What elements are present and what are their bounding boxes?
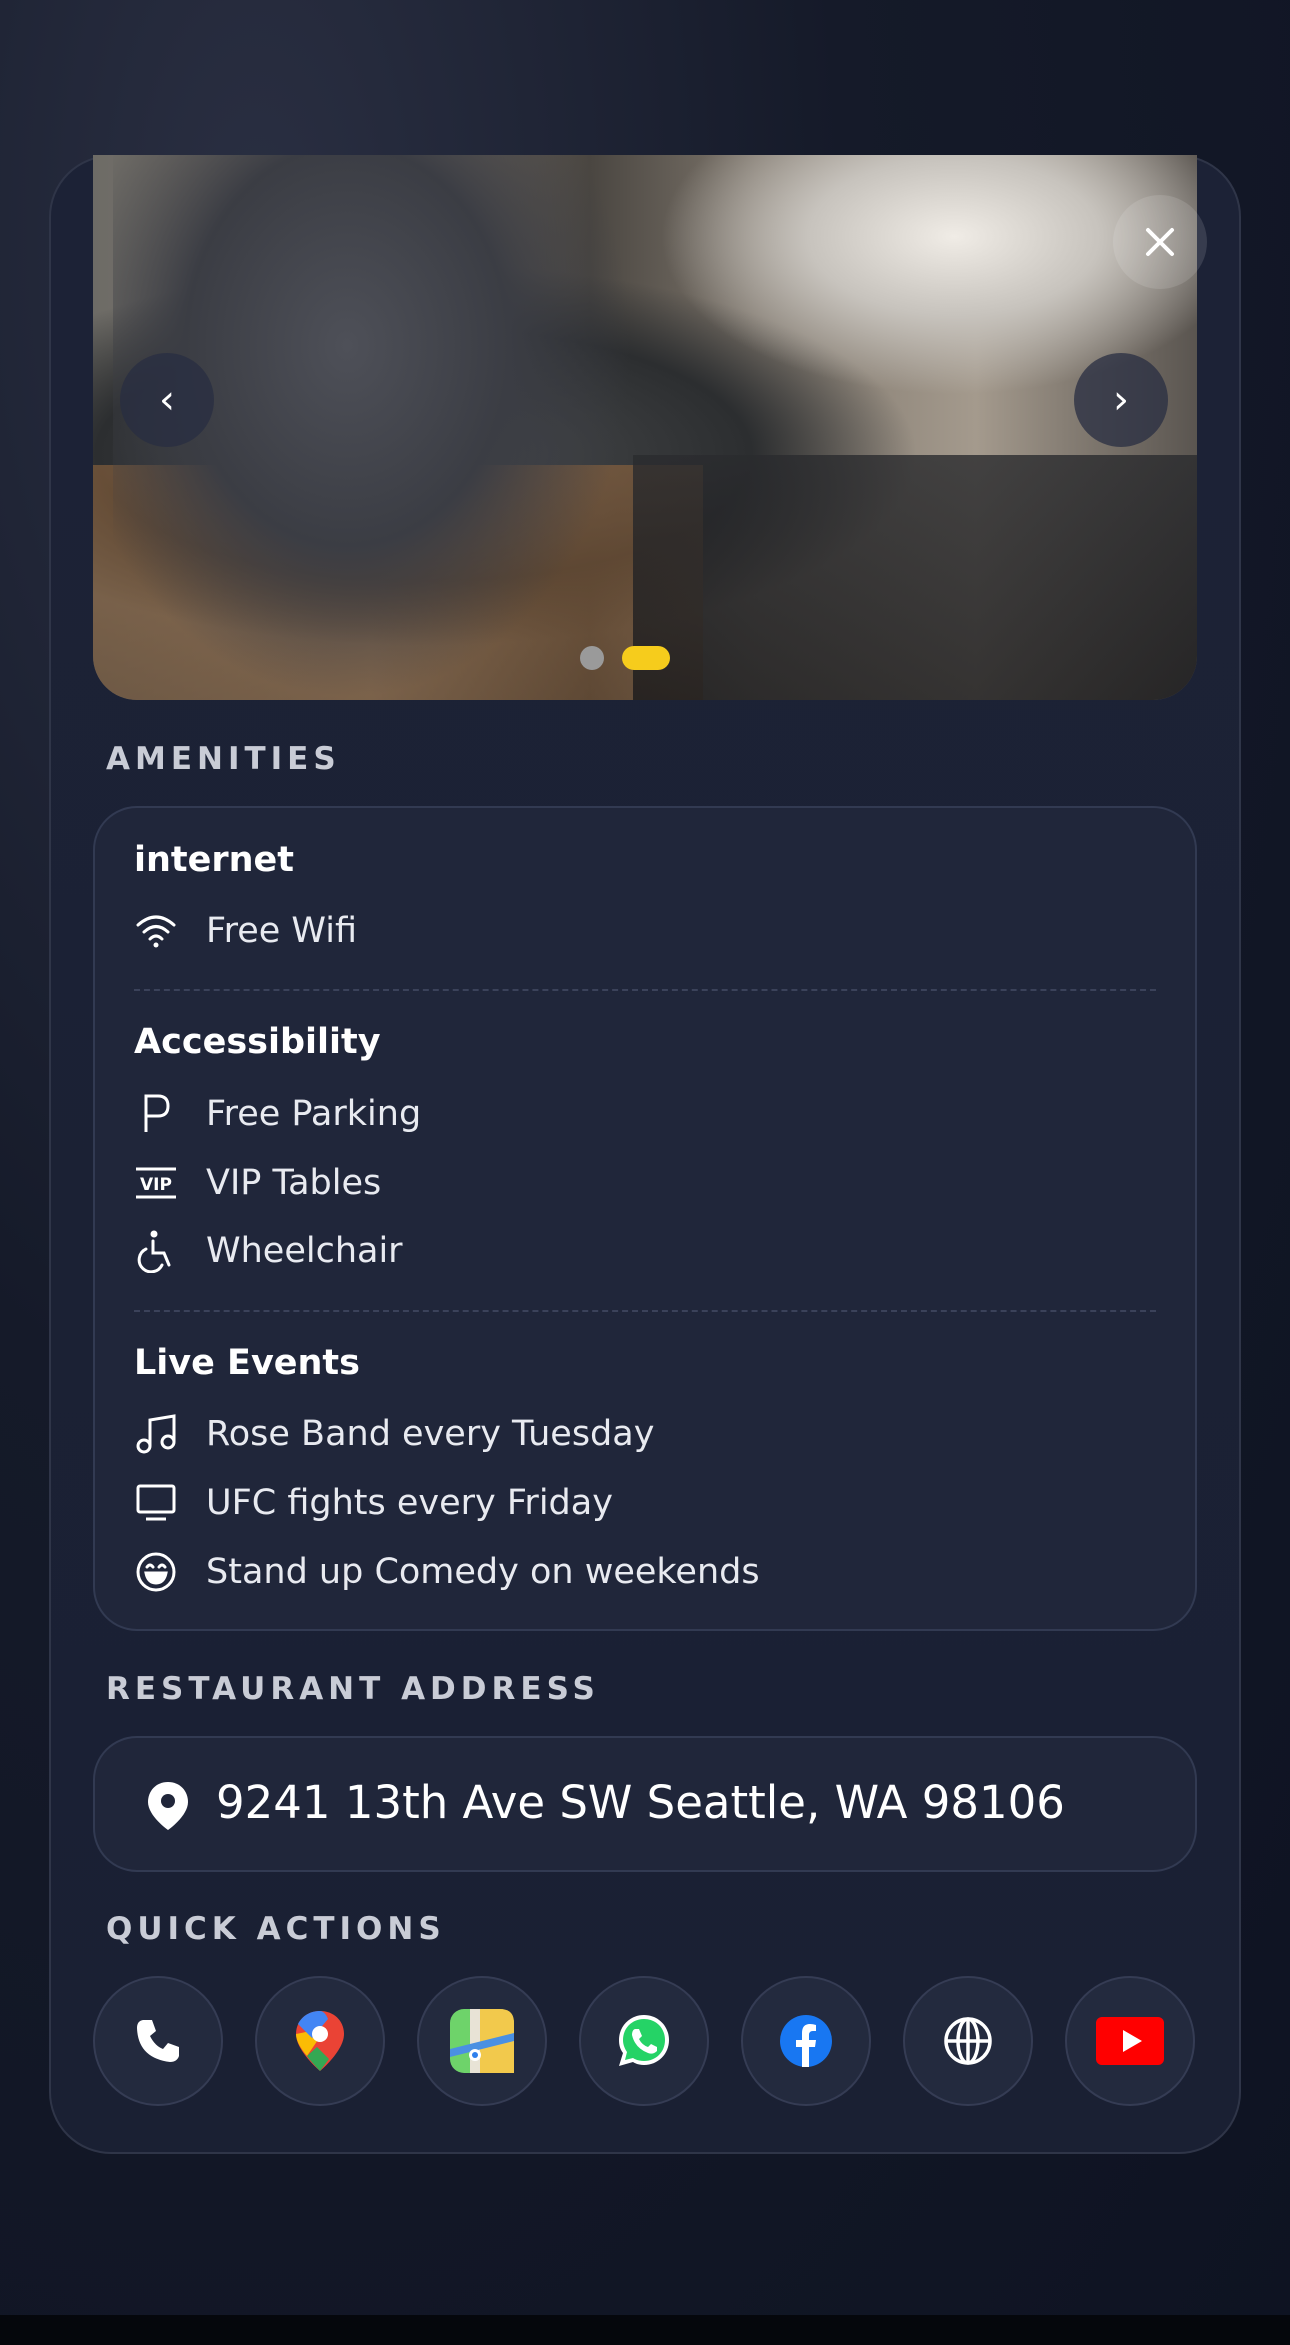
amenity-label: Wheelchair bbox=[206, 1231, 403, 1271]
amenity-item: UFC fights every Friday bbox=[134, 1481, 613, 1525]
carousel-dot-1[interactable] bbox=[580, 646, 604, 670]
facebook-button[interactable] bbox=[741, 1976, 871, 2106]
divider bbox=[134, 1310, 1156, 1312]
carousel-next-button[interactable]: › bbox=[1074, 353, 1168, 447]
google-maps-button[interactable] bbox=[255, 1976, 385, 2106]
globe-icon bbox=[944, 2017, 992, 2065]
address-panel[interactable]: 9241 13th Ave SW Seattle, WA 98106 bbox=[93, 1736, 1197, 1872]
amenity-label: Free Parking bbox=[206, 1094, 422, 1134]
restaurant-photo bbox=[93, 155, 1197, 700]
location-pin-icon bbox=[145, 1780, 191, 1836]
amenity-item: Free Parking bbox=[134, 1092, 421, 1136]
apple-maps-button[interactable] bbox=[417, 1976, 547, 2106]
phone-icon bbox=[137, 2020, 179, 2062]
amenity-label: Stand up Comedy on weekends bbox=[206, 1552, 760, 1592]
wheelchair-icon bbox=[134, 1229, 178, 1273]
amenity-group-title: Live Events bbox=[134, 1343, 360, 1383]
chevron-left-icon: ‹ bbox=[159, 377, 175, 423]
amenity-item: Stand up Comedy on weekends bbox=[134, 1550, 760, 1594]
carousel-prev-button[interactable]: ‹ bbox=[120, 353, 214, 447]
apple-maps-icon bbox=[450, 2009, 514, 2073]
amenity-group-title: Accessibility bbox=[134, 1022, 381, 1062]
whatsapp-icon bbox=[619, 2015, 669, 2066]
amenity-item: Free Wifi bbox=[134, 909, 357, 953]
amenity-label: UFC fights every Friday bbox=[206, 1483, 613, 1523]
svg-text:VIP: VIP bbox=[140, 1175, 172, 1195]
amenity-label: Rose Band every Tuesday bbox=[206, 1414, 655, 1454]
parking-icon bbox=[134, 1092, 178, 1136]
quick-actions-heading: QUICK ACTIONS bbox=[106, 1911, 446, 1947]
google-maps-icon bbox=[296, 2011, 344, 2071]
carousel-indicator bbox=[580, 646, 670, 670]
amenity-label: Free Wifi bbox=[206, 911, 358, 951]
amenity-group-title: internet bbox=[134, 840, 295, 880]
restaurant-address-heading: RESTAURANT ADDRESS bbox=[106, 1671, 600, 1707]
wifi-icon bbox=[134, 909, 178, 953]
music-note-icon bbox=[134, 1412, 178, 1456]
address-text: 9241 13th Ave SW Seattle, WA 98106 bbox=[216, 1776, 1065, 1829]
amenity-item: Rose Band every Tuesday bbox=[134, 1412, 654, 1456]
facebook-icon bbox=[780, 2015, 832, 2067]
call-button[interactable] bbox=[93, 1976, 223, 2106]
whatsapp-button[interactable] bbox=[579, 1976, 709, 2106]
photo-espresso-machine bbox=[633, 455, 1197, 700]
website-button[interactable] bbox=[903, 1976, 1033, 2106]
carousel-dot-2[interactable] bbox=[622, 646, 670, 670]
chevron-right-icon: › bbox=[1113, 377, 1129, 423]
vip-icon: VIP bbox=[134, 1161, 178, 1205]
amenity-item: VIP VIP Tables bbox=[134, 1161, 381, 1205]
close-icon bbox=[1146, 228, 1174, 256]
tv-icon bbox=[134, 1481, 178, 1525]
youtube-icon bbox=[1096, 2017, 1164, 2065]
close-button[interactable] bbox=[1113, 195, 1207, 289]
amenity-label: VIP Tables bbox=[206, 1163, 382, 1203]
amenities-heading: AMENITIES bbox=[106, 741, 341, 777]
youtube-button[interactable] bbox=[1065, 1976, 1195, 2106]
laugh-face-icon bbox=[134, 1550, 178, 1594]
divider bbox=[134, 989, 1156, 991]
amenity-item: Wheelchair bbox=[134, 1229, 403, 1273]
amenities-panel: internet Free Wifi Accessibility Free Pa… bbox=[93, 806, 1197, 1631]
bottom-bar bbox=[0, 2315, 1290, 2345]
